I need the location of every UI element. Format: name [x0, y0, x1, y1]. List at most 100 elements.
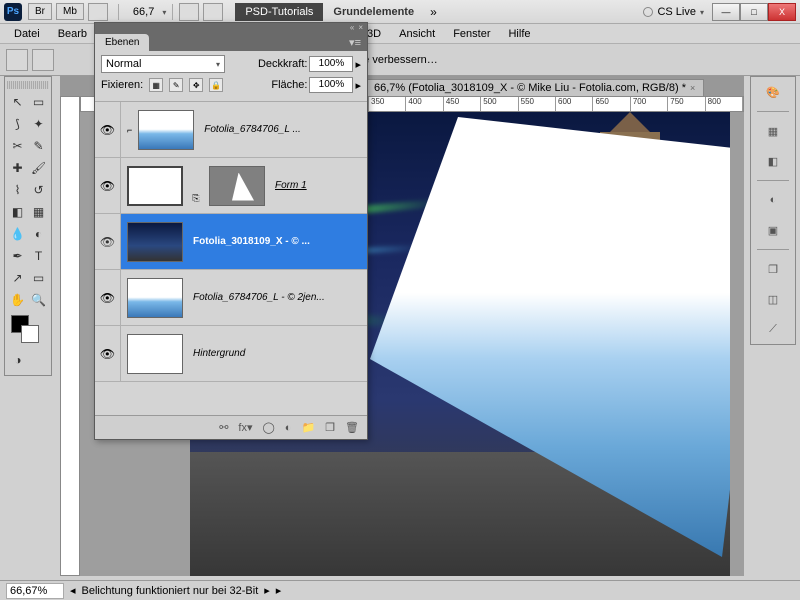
panel-grip[interactable]: [7, 81, 49, 89]
maximize-button[interactable]: □: [740, 3, 768, 21]
zoom-dropdown-icon[interactable]: [162, 6, 166, 18]
mask-link-icon[interactable]: ⎘: [189, 166, 203, 206]
workspace-more-icon[interactable]: »: [430, 5, 437, 19]
layer-fx-icon[interactable]: fx▾: [238, 421, 252, 434]
workspace-next[interactable]: Grundelemente: [323, 3, 424, 21]
status-next-icon[interactable]: ▸: [264, 584, 270, 597]
layer-mask-icon[interactable]: ◯: [262, 421, 274, 434]
quickmask-icon[interactable]: ◑: [7, 349, 29, 371]
move-tool-icon[interactable]: ↖: [7, 91, 28, 113]
dodge-tool-icon[interactable]: ◐: [28, 223, 49, 245]
masks-panel-icon[interactable]: ▣: [761, 219, 785, 241]
cslive-dropdown-icon[interactable]: [700, 6, 704, 18]
menu-help[interactable]: Hilfe: [500, 26, 538, 42]
status-menu-icon[interactable]: ▸: [276, 584, 282, 597]
layer-thumb[interactable]: [127, 222, 183, 262]
panel-menu-icon[interactable]: ▾≡: [343, 34, 367, 51]
menu-edit[interactable]: Bearb: [50, 26, 95, 42]
type-tool-icon[interactable]: T: [28, 245, 49, 267]
background-swatch[interactable]: [21, 325, 39, 343]
status-zoom[interactable]: 66,67%: [6, 583, 64, 599]
heal-tool-icon[interactable]: ✚: [7, 157, 28, 179]
link-layers-icon[interactable]: ⚯: [219, 421, 228, 434]
stamp-tool-icon[interactable]: ⌇: [7, 179, 28, 201]
delete-layer-icon[interactable]: 🗑: [345, 421, 359, 434]
opacity-flyout-icon[interactable]: ▸: [355, 58, 361, 71]
lasso-tool-icon[interactable]: ⟆: [7, 113, 28, 135]
workspace-active[interactable]: PSD-Tutorials: [235, 3, 323, 21]
swatches-panel-icon[interactable]: ▦: [761, 120, 785, 142]
visibility-toggle[interactable]: 👁: [95, 326, 121, 381]
layer-thumb[interactable]: [138, 110, 194, 150]
minimize-button[interactable]: —: [712, 3, 740, 21]
layers-panel-icon[interactable]: ❐: [761, 258, 785, 280]
menu-view[interactable]: Ansicht: [391, 26, 443, 42]
close-tab-icon[interactable]: ×: [690, 83, 695, 93]
screen-mode-dropdown[interactable]: [203, 3, 223, 21]
visibility-toggle[interactable]: 👁: [95, 158, 121, 213]
document-tab[interactable]: 66,7% (Fotolia_3018109_X - © Mike Liu - …: [365, 79, 704, 96]
bridge-badge[interactable]: Br: [28, 3, 52, 20]
layer-row[interactable]: 👁 ⎘ Form 1: [95, 158, 367, 214]
hand-tool-icon[interactable]: ✋: [7, 289, 28, 311]
panel-grip[interactable]: « ×: [95, 23, 367, 31]
new-group-icon[interactable]: 📁: [301, 421, 315, 434]
layer-thumb[interactable]: [127, 278, 183, 318]
history-brush-icon[interactable]: ↺: [28, 179, 49, 201]
close-button[interactable]: X: [768, 3, 796, 21]
minibridge-badge[interactable]: Mb: [56, 3, 84, 20]
view-dropdown[interactable]: [179, 3, 199, 21]
layer-name[interactable]: Hintergrund: [189, 348, 245, 359]
paths-panel-icon[interactable]: ⟋: [761, 318, 785, 340]
menu-file[interactable]: Datei: [6, 26, 48, 42]
adjustment-layer-icon[interactable]: ◐: [285, 422, 292, 434]
lock-all-icon[interactable]: 🔒: [209, 78, 223, 92]
zoom-level[interactable]: 66,7: [133, 6, 154, 18]
lock-transparency-icon[interactable]: ▦: [149, 78, 163, 92]
eyedropper-tool-icon[interactable]: ✎: [28, 135, 49, 157]
fill-input[interactable]: 100%: [309, 77, 353, 93]
new-layer-icon[interactable]: ❐: [325, 421, 335, 434]
layer-thumb[interactable]: [127, 334, 183, 374]
pen-tool-icon[interactable]: ✒: [7, 245, 28, 267]
fill-flyout-icon[interactable]: ▸: [355, 79, 361, 92]
layer-name[interactable]: Fotolia_6784706_L - © 2jen...: [189, 292, 325, 303]
status-prev-icon[interactable]: ◂: [70, 584, 76, 597]
visibility-toggle[interactable]: 👁: [95, 214, 121, 269]
layers-panel[interactable]: « × Ebenen ▾≡ Normal Deckkraft: 100% ▸ F…: [94, 22, 368, 440]
blend-mode-dropdown[interactable]: Normal: [101, 55, 225, 73]
channels-panel-icon[interactable]: ◫: [761, 288, 785, 310]
layers-tab[interactable]: Ebenen: [95, 34, 149, 51]
layer-row[interactable]: 👁 Fotolia_6784706_L - © 2jen...: [95, 270, 367, 326]
layer-name[interactable]: Fotolia_3018109_X - © ...: [189, 236, 310, 247]
visibility-toggle[interactable]: 👁: [95, 102, 121, 157]
current-tool-icon[interactable]: [6, 49, 28, 71]
layer-row[interactable]: 👁 Hintergrund: [95, 326, 367, 382]
cslive-label[interactable]: CS Live: [657, 6, 696, 18]
visibility-toggle[interactable]: 👁: [95, 270, 121, 325]
opacity-input[interactable]: 100%: [309, 56, 353, 72]
lock-pixels-icon[interactable]: ✎: [169, 78, 183, 92]
path-tool-icon[interactable]: ↗: [7, 267, 28, 289]
color-swatches[interactable]: [7, 315, 49, 349]
adjust-panel-icon[interactable]: ◐: [761, 189, 785, 211]
layer-name[interactable]: Fotolia_6784706_L ...: [200, 124, 301, 135]
wand-tool-icon[interactable]: ✦: [28, 113, 49, 135]
doc-arrange-dropdown[interactable]: [88, 3, 108, 21]
zoom-tool-icon[interactable]: 🔍: [28, 289, 49, 311]
marquee-tool-icon[interactable]: ▭: [28, 91, 49, 113]
styles-panel-icon[interactable]: ◧: [761, 150, 785, 172]
eraser-tool-icon[interactable]: ◧: [7, 201, 28, 223]
opt-slot-1[interactable]: [32, 49, 54, 71]
layer-row-selected[interactable]: 👁 Fotolia_3018109_X - © ...: [95, 214, 367, 270]
blur-tool-icon[interactable]: 💧: [7, 223, 28, 245]
menu-window[interactable]: Fenster: [445, 26, 498, 42]
layer-row[interactable]: 👁 ⌐ Fotolia_6784706_L ...: [95, 102, 367, 158]
brush-tool-icon[interactable]: 🖌: [28, 157, 49, 179]
color-panel-icon[interactable]: 🎨: [761, 81, 785, 103]
vector-mask-thumb[interactable]: [209, 166, 265, 206]
layer-name[interactable]: Form 1: [271, 180, 307, 191]
layer-thumb[interactable]: [127, 166, 183, 206]
shape-tool-icon[interactable]: ▭: [28, 267, 49, 289]
gradient-tool-icon[interactable]: ▦: [28, 201, 49, 223]
